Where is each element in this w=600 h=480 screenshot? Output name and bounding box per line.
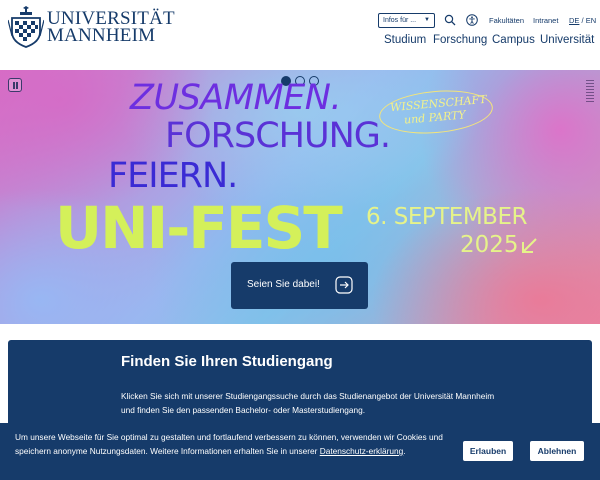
hero-slider: ZUSAMMEN. FORSCHUNG. FEIERN. UNI-FEST WI… [0,70,600,324]
crest-icon [8,6,44,48]
chevron-down-icon: ▼ [424,17,430,23]
event-date-line-1: 6. SEPTEMBER [366,204,527,230]
hero-headline-3: FEIERN. [108,156,238,196]
side-decoration [586,80,594,106]
infos-fuer-value: Infos für ... [383,17,417,24]
lang-de[interactable]: DE [569,16,579,25]
arrow-down-left-icon [522,238,537,253]
accessibility-icon[interactable] [466,14,478,26]
nav-studium[interactable]: Studium [384,34,426,46]
university-logo[interactable]: UNIVERSITÄT MANNHEIM [8,6,175,48]
event-date-line-2: 2025 [460,232,519,258]
cookie-text: Um unsere Webseite für Sie optimal zu ge… [15,430,455,458]
link-fakultaeten[interactable]: Fakultäten [489,16,524,25]
logo-wordmark: UNIVERSITÄT MANNHEIM [47,9,175,46]
accept-cookies-button[interactable]: Erlauben [463,441,513,461]
privacy-policy-link[interactable]: Datenschutz-erklärung [320,446,403,456]
study-finder-text: Klicken Sie sich mit unserer Studiengang… [121,391,495,415]
pause-button[interactable] [8,78,22,92]
link-intranet[interactable]: Intranet [533,16,558,25]
cta-button[interactable]: Seien Sie dabei! [231,262,368,309]
cta-label: Seien Sie dabei! [247,279,320,290]
hero-event-title: UNI-FEST [55,194,343,262]
nav-universitaet[interactable]: Universität [540,34,594,46]
lang-en[interactable]: EN [586,16,596,25]
site-header: UNIVERSITÄT MANNHEIM Infos für ... ▼ Fak… [0,0,600,70]
hero-headline-1: ZUSAMMEN. [130,78,342,118]
hero-headline-2: FORSCHUNG. [165,116,391,156]
study-finder-title: Finden Sie Ihren Studiengang [121,353,333,370]
arrow-right-box-icon [335,276,353,294]
nav-campus[interactable]: Campus [492,34,535,46]
reject-cookies-button[interactable]: Ablehnen [530,441,584,461]
infos-fuer-select[interactable]: Infos für ... ▼ [378,13,435,28]
cookie-banner: Um unsere Webseite für Sie optimal zu ge… [0,423,600,480]
cookie-text-end: . [403,446,406,456]
nav-forschung[interactable]: Forschung [433,34,487,46]
search-icon[interactable] [444,14,456,26]
language-switcher: DE / EN [569,16,596,25]
logo-line-2: MANNHEIM [47,25,156,46]
